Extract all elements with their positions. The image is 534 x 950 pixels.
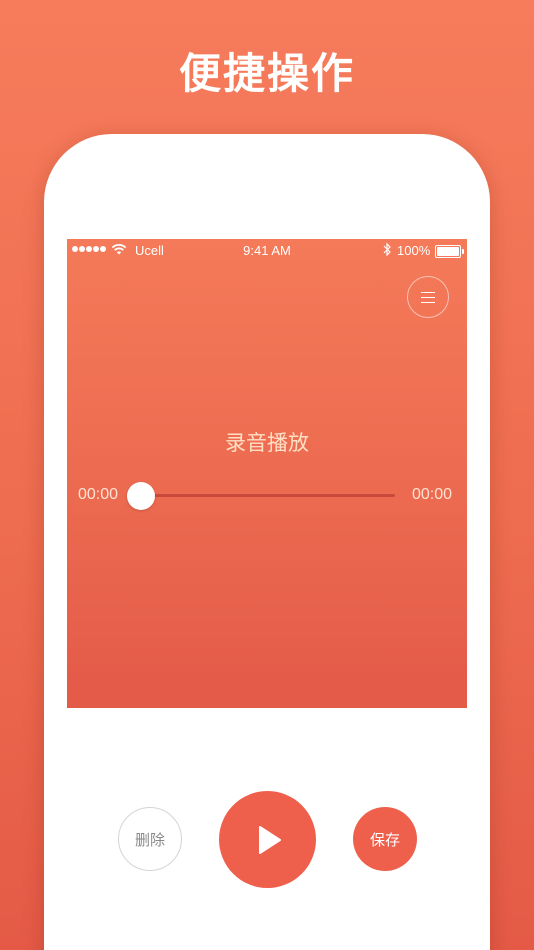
play-button[interactable] [219,791,316,888]
menu-icon [421,291,435,293]
play-icon [258,825,281,854]
playback-progress: 00:00 00:00 [67,482,467,510]
delete-button[interactable]: 删除 [118,807,182,871]
battery-icon [435,245,464,258]
save-button[interactable]: 保存 [353,807,417,871]
battery-percentage: 100% [397,243,431,258]
app-screen: Ucell 9:41 AM 100% 录音播放 00:00 00:00 [67,239,467,708]
menu-button[interactable] [407,276,449,318]
progress-track[interactable] [137,494,395,497]
progress-knob[interactable] [127,482,155,510]
status-bar: Ucell 9:41 AM 100% [67,239,467,261]
playback-title: 录音播放 [225,431,309,455]
current-time: 00:00 [78,486,119,503]
promo-headline: 便捷操作 [178,49,355,98]
bluetooth-icon [383,242,392,260]
total-time: 00:00 [412,486,453,503]
promo-page: 便捷操作 Ucell 9:41 AM 100% 录音播放 00:00 00:00… [0,0,534,950]
